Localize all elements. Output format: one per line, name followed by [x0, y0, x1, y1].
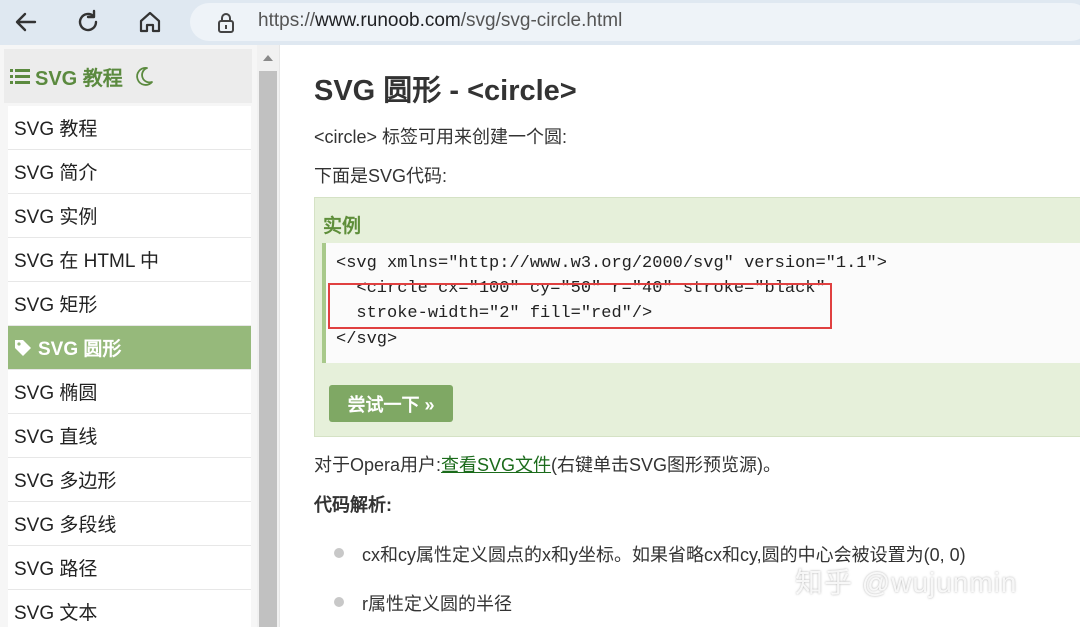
scroll-up-arrow-icon[interactable]: [261, 53, 275, 63]
bullet-dot: [334, 597, 344, 607]
sidebar-item-svg-ellipse[interactable]: SVG 椭圆: [8, 370, 251, 414]
sidebar-item-label: SVG 直线: [14, 427, 98, 448]
highlight-annotation: [328, 283, 832, 329]
back-arrow-icon: [15, 12, 37, 32]
sidebar-item-label: SVG 多段线: [14, 515, 117, 536]
sidebar-item-label: SVG 在 HTML 中: [14, 251, 159, 272]
sidebar-header: SVG 教程: [4, 49, 252, 103]
example-heading: 实例: [323, 216, 362, 237]
watermark: 知乎 @wujunmin: [795, 567, 1018, 598]
sidebar-item-svg-examples[interactable]: SVG 实例: [8, 194, 251, 238]
lock-icon[interactable]: [216, 12, 236, 34]
refresh-icon: [78, 9, 98, 32]
browser-toolbar: https://www.runoob.com/svg/svg-circle.ht…: [0, 0, 1080, 45]
home-button[interactable]: [132, 6, 168, 38]
sidebar-item-svg-tutorial[interactable]: SVG 教程: [8, 106, 251, 150]
sidebar: SVG 教程 SVG 教程 SVG 简介 SVG 实例 SVG 在 HTML 中…: [0, 45, 257, 627]
list-icon[interactable]: [10, 67, 30, 85]
scrollbar-thumb[interactable]: [259, 71, 277, 627]
sidebar-item-label: SVG 教程: [14, 119, 98, 140]
opera-prefix: 对于Opera用户:: [314, 455, 442, 475]
sidebar-item-svg-rect[interactable]: SVG 矩形: [8, 282, 251, 326]
sidebar-item-label: SVG 文本: [14, 603, 98, 624]
url-host: www.runoob.com: [315, 10, 461, 31]
opera-note: 对于Opera用户:查看SVG文件(右键单击SVG图形预览源)。: [314, 451, 781, 477]
main-content: SVG 圆形 - <circle> <circle> 标签可用来创建一个圆: 下…: [279, 45, 1080, 627]
sidebar-item-svg-text[interactable]: SVG 文本: [8, 590, 251, 627]
analysis-heading: 代码解析:: [314, 495, 392, 515]
code-line: </svg>: [336, 330, 398, 349]
sidebar-item-svg-path[interactable]: SVG 路径: [8, 546, 251, 590]
sidebar-item-svg-intro[interactable]: SVG 简介: [8, 150, 251, 194]
url-path: /svg/svg-circle.html: [460, 10, 623, 31]
sidebar-item-label: SVG 矩形: [14, 295, 98, 316]
refresh-button[interactable]: [70, 6, 106, 38]
try-it-button[interactable]: 尝试一下 »: [329, 385, 453, 422]
example-box: 实例 <svg xmlns="http://www.w3.org/2000/sv…: [314, 197, 1080, 437]
sidebar-item-label: SVG 圆形: [38, 339, 122, 360]
view-svg-file-link[interactable]: 查看SVG文件: [441, 455, 551, 475]
sidebar-item-svg-polygon[interactable]: SVG 多边形: [8, 458, 251, 502]
sidebar-item-svg-line[interactable]: SVG 直线: [8, 414, 251, 458]
home-icon: [139, 11, 161, 33]
moon-icon[interactable]: [133, 65, 155, 87]
code-block: <svg xmlns="http://www.w3.org/2000/svg" …: [322, 243, 1080, 363]
opera-suffix: (右键单击SVG图形预览源)。: [551, 455, 782, 475]
bullet-dot: [334, 548, 344, 558]
code-line: <svg xmlns="http://www.w3.org/2000/svg" …: [336, 254, 887, 273]
bullet-item-r: r属性定义圆的半径: [362, 594, 512, 614]
sidebar-item-svg-in-html[interactable]: SVG 在 HTML 中: [8, 238, 251, 282]
sidebar-item-label: SVG 多边形: [14, 471, 117, 492]
tag-icon: [15, 339, 31, 356]
sidebar-item-svg-circle[interactable]: SVG 圆形: [8, 326, 251, 370]
sidebar-item-label: SVG 椭圆: [14, 383, 98, 404]
intro-text: <circle> 标签可用来创建一个圆:: [314, 127, 568, 147]
url-text: https://www.runoob.com/svg/svg-circle.ht…: [258, 10, 622, 32]
sidebar-item-label: SVG 路径: [14, 559, 98, 580]
sidebar-item-label: SVG 实例: [14, 207, 98, 228]
address-bar[interactable]: https://www.runoob.com/svg/svg-circle.ht…: [190, 3, 1080, 41]
sidebar-menu: SVG 教程 SVG 简介 SVG 实例 SVG 在 HTML 中 SVG 矩形…: [8, 106, 251, 627]
sidebar-item-svg-polyline[interactable]: SVG 多段线: [8, 502, 251, 546]
page-title: SVG 圆形 - <circle>: [314, 75, 577, 107]
sidebar-scrollbar[interactable]: [257, 45, 279, 627]
code-intro-text: 下面是SVG代码:: [314, 166, 448, 186]
sidebar-item-label: SVG 简介: [14, 163, 98, 184]
back-button[interactable]: [8, 6, 44, 38]
url-scheme: https://: [258, 10, 316, 31]
sidebar-title: SVG 教程: [35, 67, 123, 90]
